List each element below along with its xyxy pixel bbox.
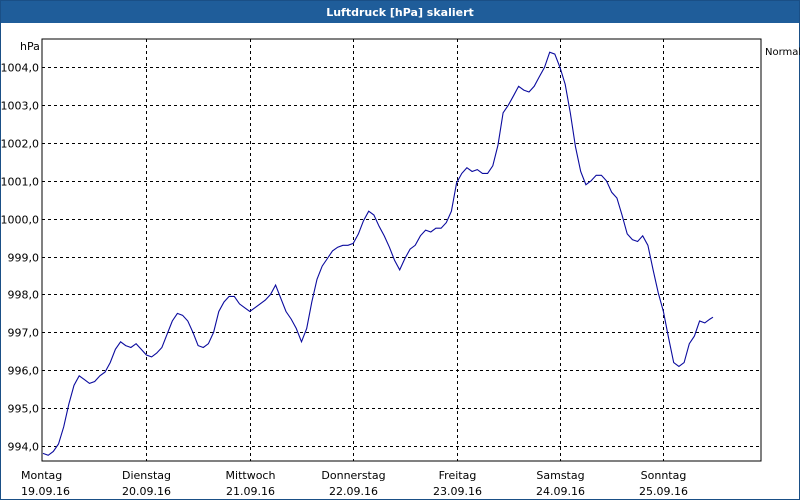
chart-window: Luftdruck [hPa] skaliert 994,0 995,0 996,0… [0,0,800,500]
pressure-chart: 994,0 995,0 996,0 997,0 998,0 999,0 1000,0 1001… [1,38,762,498]
chart-title: Luftdruck [hPa] skaliert [1,1,799,23]
x-tick-day: Mittwoch [226,469,276,482]
x-tick-date: 22.09.16 [329,485,378,498]
x-tick-date: 23.09.16 [433,485,482,498]
x-tick-date: 24.09.16 [536,485,585,498]
y-axis-unit-label: hPa [20,40,40,53]
y-tick-label: 994,0 [8,441,40,454]
y-tick-label: 1000,0 [1,214,39,227]
y-tick-label: 1003,0 [1,100,39,113]
x-tick-day: Donnerstag [321,469,385,482]
y-tick-label: 996,0 [8,365,40,378]
x-tick-date: 19.09.16 [21,485,70,498]
x-tick-date: 21.09.16 [226,485,275,498]
x-tick-day: Montag [21,469,62,482]
legend-entry-normal: Normal [765,47,800,58]
y-tick-label: 1001,0 [1,176,39,189]
x-tick-date: 20.09.16 [122,485,171,498]
x-tick-day: Samstag [536,469,584,482]
y-tick-label: 1002,0 [1,138,39,151]
y-tick-label: 995,0 [8,403,40,416]
x-tick-date: 25.09.16 [639,485,688,498]
y-tick-label: 998,0 [8,289,40,302]
y-tick-label: 1004,0 [1,62,39,75]
plot-area [41,38,762,462]
x-tick-day: Dienstag [122,469,171,482]
y-tick-label: 999,0 [8,252,40,265]
y-tick-label: 997,0 [8,327,40,340]
x-tick-day: Freitag [439,469,477,482]
x-tick-day: Sonntag [641,469,687,482]
